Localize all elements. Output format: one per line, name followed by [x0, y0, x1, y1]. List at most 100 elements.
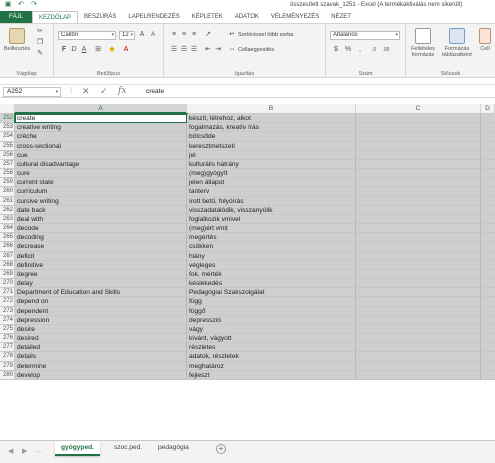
add-sheet-icon[interactable]: +: [216, 444, 226, 454]
name-box[interactable]: A252: [3, 87, 61, 97]
cell-b[interactable]: foglalkozik vmivel: [187, 214, 356, 225]
decrease-indent-icon[interactable]: ⇤: [204, 46, 212, 54]
cell-a[interactable]: curriculum: [15, 187, 187, 197]
cell-a[interactable]: date back: [15, 205, 187, 215]
cell-c[interactable]: [356, 178, 481, 188]
tab-home[interactable]: KEZDŐLAP: [32, 11, 79, 23]
cell-a[interactable]: create: [14, 112, 188, 125]
cell-b[interactable]: kulturális hátrány: [187, 159, 356, 170]
cell-c[interactable]: [356, 269, 481, 280]
cell-d[interactable]: [481, 260, 495, 270]
cell-c[interactable]: [356, 233, 481, 243]
orientation-icon[interactable]: ↗: [204, 31, 212, 39]
row-number[interactable]: 276: [0, 334, 15, 344]
cell-d[interactable]: [481, 352, 495, 362]
currency-icon[interactable]: $: [332, 46, 340, 54]
cell-d[interactable]: [481, 334, 495, 344]
cell-b[interactable]: késlekedés: [187, 279, 356, 289]
cell-b[interactable]: jel: [187, 150, 356, 160]
row-number[interactable]: 274: [0, 315, 15, 325]
cell-c[interactable]: [356, 324, 481, 335]
cell-b[interactable]: megértés: [187, 233, 356, 243]
insert-function-icon[interactable]: fx: [118, 86, 126, 97]
cell-d[interactable]: [481, 123, 495, 133]
cell-b[interactable]: fejleszt: [187, 370, 356, 380]
cell-a[interactable]: decrease: [15, 242, 187, 252]
row-number[interactable]: 269: [0, 269, 15, 280]
cell-c[interactable]: [356, 150, 481, 160]
cell-a[interactable]: decoding: [15, 233, 187, 243]
italic-button[interactable]: D: [70, 46, 78, 54]
cell-a[interactable]: degree: [15, 269, 187, 280]
sheet-tab-gyogyped[interactable]: gyógyped.: [55, 441, 100, 456]
align-left-icon[interactable]: ☰: [170, 46, 178, 54]
cell-b[interactable]: függ: [187, 297, 356, 307]
cell-a[interactable]: delay: [15, 279, 187, 289]
cell-b[interactable]: (meg)ért vmit: [187, 224, 356, 234]
cell-c[interactable]: [356, 343, 481, 353]
cell-b[interactable]: visszadatálódik, visszanyúlik: [187, 205, 356, 215]
cell-b[interactable]: bölcsőde: [187, 132, 356, 142]
cell-c[interactable]: [356, 370, 481, 380]
row-number[interactable]: 277: [0, 343, 15, 353]
spreadsheet-grid[interactable]: A B C D 252 create készít, létrehoz, alkot…: [0, 104, 495, 440]
cell-b[interactable]: csökken: [187, 242, 356, 252]
cell-d[interactable]: [481, 269, 495, 280]
cell-a[interactable]: dependent: [15, 306, 187, 316]
cell-d[interactable]: [481, 141, 495, 151]
row-number[interactable]: 260: [0, 187, 15, 197]
cell-d[interactable]: [481, 150, 495, 160]
row-number[interactable]: 264: [0, 224, 15, 234]
align-middle-icon[interactable]: ≡: [180, 31, 188, 39]
cell-d[interactable]: [481, 224, 495, 234]
cell-d[interactable]: [481, 343, 495, 353]
cell-b[interactable]: függő: [187, 306, 356, 316]
next-sheet-icon[interactable]: ▶: [22, 447, 27, 455]
cell-c[interactable]: [356, 361, 481, 371]
row-number[interactable]: 265: [0, 233, 15, 243]
cell-c[interactable]: [356, 297, 481, 307]
cell-b[interactable]: kívánt, vágyott: [187, 334, 356, 344]
cell-d[interactable]: [481, 233, 495, 243]
row-number[interactable]: 273: [0, 306, 15, 316]
cell-b[interactable]: végleges: [187, 260, 356, 270]
cell-a[interactable]: definitive: [15, 260, 187, 270]
cell-a[interactable]: cue: [15, 150, 187, 160]
align-right-icon[interactable]: ☰: [190, 46, 198, 54]
shrink-font-icon[interactable]: A: [149, 31, 157, 39]
cell-d[interactable]: [481, 242, 495, 252]
cell-a[interactable]: cultural disadvantage: [15, 159, 187, 170]
cell-b[interactable]: részletes: [187, 343, 356, 353]
row-number[interactable]: 255: [0, 141, 15, 151]
column-header-b[interactable]: B: [187, 104, 356, 114]
underline-button[interactable]: A: [80, 46, 88, 54]
cell-a[interactable]: creative writing: [15, 123, 187, 133]
cell-d[interactable]: [481, 361, 495, 371]
row-number[interactable]: 258: [0, 169, 15, 179]
cell-c[interactable]: [356, 260, 481, 270]
increase-decimal-icon[interactable]: .0: [370, 46, 378, 54]
cell-b[interactable]: adatok, részletek: [187, 352, 356, 362]
cell-c[interactable]: [356, 352, 481, 362]
row-number[interactable]: 271: [0, 288, 15, 298]
comma-style-icon[interactable]: ,: [356, 46, 364, 54]
cell-d[interactable]: [481, 159, 495, 170]
cell-styles-button[interactable]: Cell: [476, 28, 494, 52]
format-painter-icon[interactable]: ✎: [36, 50, 44, 58]
select-all-corner[interactable]: [0, 104, 15, 114]
row-number[interactable]: 262: [0, 205, 15, 215]
cell-c[interactable]: [356, 196, 481, 206]
cell-a[interactable]: develop: [15, 370, 187, 380]
cell-a[interactable]: depression: [15, 315, 187, 325]
tab-review[interactable]: VÉLEMÉNYEZÉS: [265, 11, 325, 23]
cell-d[interactable]: [481, 114, 495, 124]
align-center-icon[interactable]: ☰: [180, 46, 188, 54]
align-bottom-icon[interactable]: ≡: [190, 31, 198, 39]
cell-b[interactable]: Pedagógiai Szakszolgálat: [187, 288, 356, 298]
cell-b[interactable]: (meg)gyógyít: [187, 169, 356, 179]
merge-icon[interactable]: ⇔: [228, 46, 236, 54]
increase-indent-icon[interactable]: ⇥: [214, 46, 222, 54]
cell-d[interactable]: [481, 214, 495, 225]
cell-a[interactable]: desired: [15, 334, 187, 344]
cell-b[interactable]: jelen állapot: [187, 178, 356, 188]
